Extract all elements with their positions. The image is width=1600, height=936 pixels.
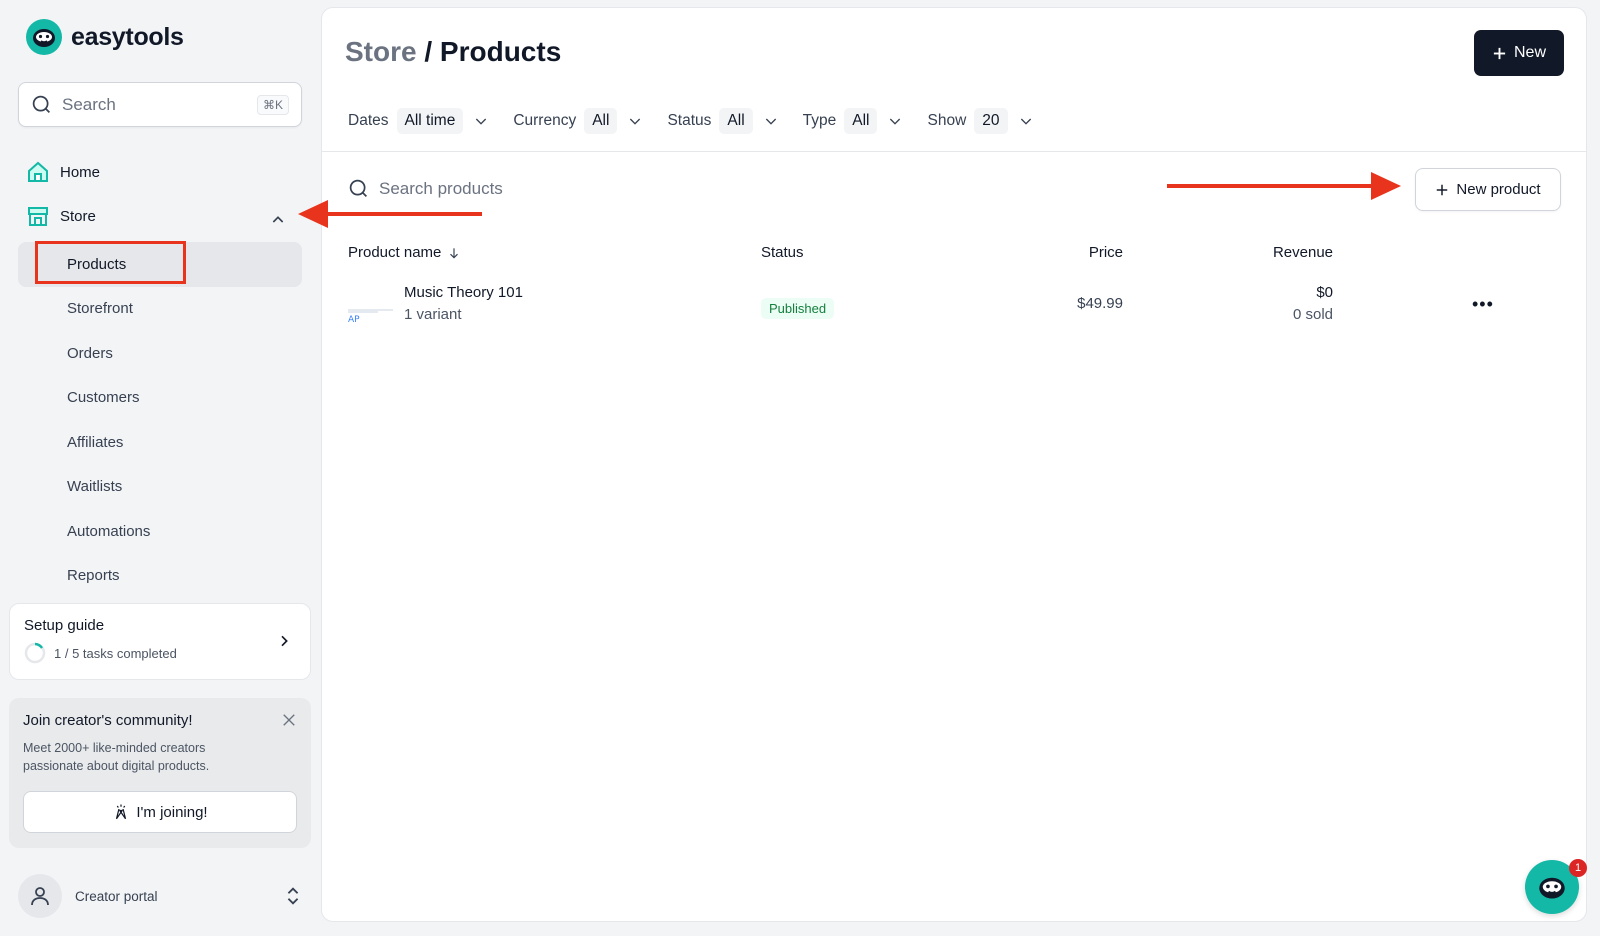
sidebar-item-store[interactable]: Store bbox=[26, 204, 96, 228]
filter-dates[interactable]: Dates All time bbox=[348, 108, 489, 134]
filter-value: All bbox=[844, 108, 878, 134]
filter-bar: Dates All time Currency All Status All T… bbox=[348, 108, 1058, 134]
product-name[interactable]: Music Theory 101 bbox=[404, 284, 523, 301]
setup-guide-card[interactable]: Setup guide 1 / 5 tasks completed bbox=[9, 603, 311, 680]
filter-label: Show bbox=[927, 112, 967, 129]
filter-currency[interactable]: Currency All bbox=[513, 108, 643, 134]
community-description: Meet 2000+ like-minded creators passiona… bbox=[23, 741, 210, 773]
home-icon bbox=[28, 161, 48, 182]
arrow-down-icon bbox=[450, 247, 459, 258]
sidebar-item-automations[interactable]: Automations bbox=[18, 509, 302, 554]
close-icon[interactable] bbox=[280, 711, 298, 729]
column-header-price[interactable]: Price bbox=[1082, 244, 1123, 261]
product-price: $49.99 bbox=[1077, 295, 1123, 312]
community-card: Join creator's community! Meet 2000+ lik… bbox=[9, 698, 311, 848]
store-submenu: Products Storefront Orders Customers Aff… bbox=[18, 242, 302, 598]
filter-label: Currency bbox=[513, 112, 577, 129]
sloth-logo-icon bbox=[26, 19, 62, 55]
filter-status[interactable]: Status All bbox=[667, 108, 778, 134]
product-sold: 0 sold bbox=[1292, 306, 1333, 323]
sidebar-item-home[interactable]: Home bbox=[26, 160, 100, 184]
filter-value: All time bbox=[396, 108, 464, 134]
page-title-text: Products bbox=[439, 36, 562, 67]
setup-guide-title: Setup guide bbox=[24, 617, 105, 634]
filter-value: 20 bbox=[974, 108, 1008, 134]
user-icon bbox=[31, 887, 49, 906]
sidebar-item-affiliates[interactable]: Affiliates bbox=[18, 420, 302, 465]
chevron-down-icon bbox=[476, 118, 487, 125]
search-icon bbox=[349, 179, 367, 197]
chevron-down-icon bbox=[765, 118, 776, 125]
product-search-placeholder: Search products bbox=[379, 178, 503, 198]
product-thumbnail: AP bbox=[348, 297, 393, 327]
sidebar-search-placeholder: Search bbox=[62, 94, 116, 114]
chevron-down-icon bbox=[1020, 118, 1031, 125]
setup-guide-progress: 1 / 5 tasks completed bbox=[24, 642, 296, 664]
filter-type[interactable]: Type All bbox=[803, 108, 904, 134]
column-header-revenue[interactable]: Revenue bbox=[1262, 244, 1333, 261]
breadcrumb-separator: / bbox=[416, 36, 440, 67]
celebration-icon bbox=[116, 804, 127, 820]
sidebar-item-label: Store bbox=[60, 207, 96, 225]
sidebar-item-customers[interactable]: Customers bbox=[18, 376, 302, 421]
column-header-name[interactable]: Product name bbox=[348, 244, 461, 261]
new-product-label: New product bbox=[1456, 181, 1541, 198]
progress-ring-icon bbox=[24, 642, 46, 664]
plus-icon bbox=[1493, 47, 1506, 59]
sloth-chat-icon bbox=[1539, 877, 1565, 899]
product-variants: 1 variant bbox=[404, 306, 462, 323]
notification-badge: 1 bbox=[1569, 859, 1587, 877]
filter-label: Type bbox=[802, 112, 837, 129]
new-product-button[interactable]: New product bbox=[1415, 168, 1561, 211]
chevron-up-icon[interactable] bbox=[270, 212, 286, 228]
chevron-up-down-icon bbox=[287, 887, 299, 905]
annotation-arrow-left bbox=[298, 200, 482, 228]
filter-label: Status bbox=[667, 112, 712, 129]
chevron-right-icon bbox=[281, 635, 288, 647]
avatar bbox=[18, 874, 62, 918]
annotation-arrow-right bbox=[1167, 172, 1401, 200]
filter-value: All bbox=[719, 108, 753, 134]
store-icon bbox=[28, 207, 48, 226]
brand-name: easytools bbox=[71, 22, 184, 51]
column-header-label: Product name bbox=[348, 244, 442, 261]
new-button[interactable]: New bbox=[1474, 30, 1564, 76]
chevron-down-icon bbox=[630, 118, 641, 125]
creator-portal-switcher[interactable]: Creator portal bbox=[18, 873, 302, 919]
setup-guide-progress-text: 1 / 5 tasks completed bbox=[54, 645, 177, 661]
page-title: Store / Products bbox=[345, 36, 561, 68]
status-badge: Published bbox=[761, 298, 835, 319]
more-options-icon[interactable]: ••• bbox=[1472, 294, 1494, 315]
sidebar-item-waitlists[interactable]: Waitlists bbox=[18, 465, 302, 510]
creator-portal-label: Creator portal bbox=[75, 888, 158, 904]
sidebar-search[interactable]: Search ⌘K bbox=[18, 82, 302, 127]
brand-logo[interactable]: easytools bbox=[26, 19, 184, 55]
search-icon bbox=[32, 95, 50, 113]
product-revenue: $0 bbox=[1316, 284, 1333, 301]
filter-show[interactable]: Show 20 bbox=[927, 108, 1033, 134]
chevron-down-icon bbox=[890, 118, 901, 125]
sidebar-item-orders[interactable]: Orders bbox=[18, 331, 302, 376]
annotation-highlight-box bbox=[35, 241, 186, 284]
join-community-button[interactable]: I'm joining! bbox=[23, 791, 297, 833]
sidebar-item-label: Home bbox=[60, 163, 101, 181]
search-shortcut: ⌘K bbox=[256, 94, 289, 115]
product-search-input[interactable]: Search products bbox=[348, 178, 503, 199]
divider bbox=[322, 151, 1586, 152]
sidebar-item-reports[interactable]: Reports bbox=[18, 554, 302, 599]
community-title: Join creator's community! bbox=[23, 712, 193, 729]
filter-value: All bbox=[584, 108, 618, 134]
join-community-label: I'm joining! bbox=[136, 803, 208, 821]
svg-text:AP: AP bbox=[348, 315, 360, 325]
plus-icon bbox=[1437, 184, 1448, 195]
main-panel: Store / Products New Dates All time Curr… bbox=[321, 7, 1587, 922]
column-header-status[interactable]: Status bbox=[761, 244, 804, 261]
breadcrumb[interactable]: Store bbox=[345, 36, 417, 67]
new-button-label: New bbox=[1513, 44, 1546, 61]
filter-label: Dates bbox=[348, 112, 389, 129]
sidebar: easytools Search ⌘K Home Store Products … bbox=[0, 0, 318, 936]
sidebar-item-storefront[interactable]: Storefront bbox=[18, 287, 302, 332]
